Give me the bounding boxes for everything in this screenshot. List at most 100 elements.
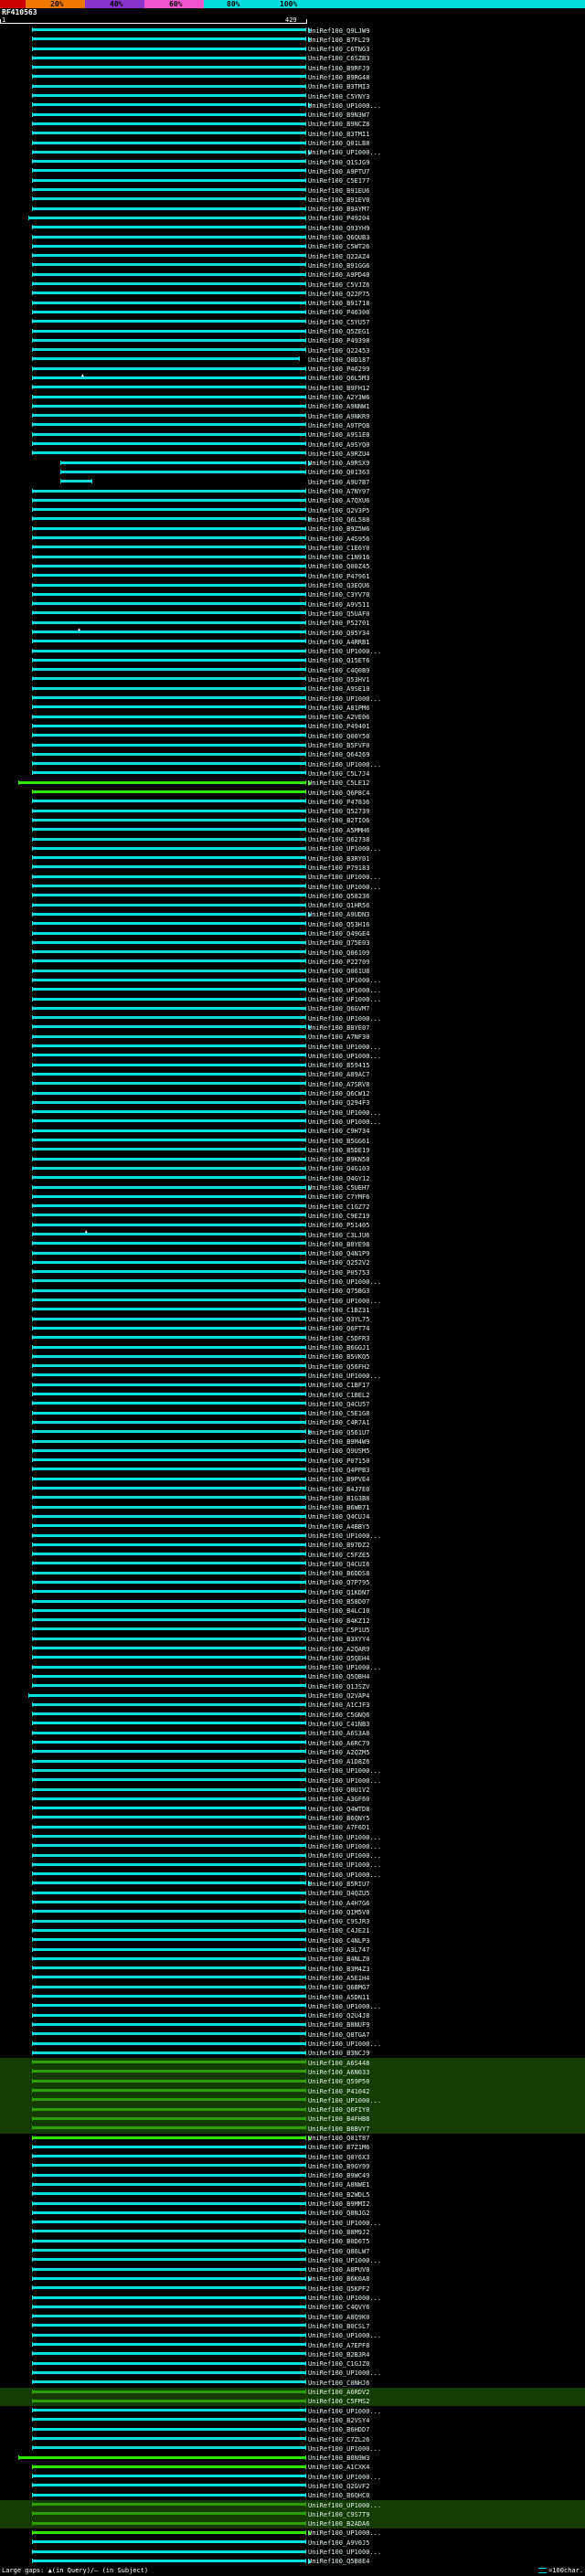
hit-label[interactable]: UniRef100_UP1000... [308, 2257, 381, 2264]
hit-bar[interactable] [32, 761, 306, 767]
hit-label[interactable]: UniRef100_C9H734 [308, 1128, 369, 1135]
hit-bar[interactable] [32, 206, 306, 211]
hit-label[interactable]: UniRef100_B3TMI3 [308, 83, 369, 90]
hit-label[interactable]: UniRef100_B7Z1M6 [308, 2144, 369, 2151]
hit-bar[interactable] [32, 403, 306, 408]
hit-bar[interactable] [32, 2012, 306, 2018]
hit-label[interactable]: UniRef100_Q22AZ4 [308, 253, 369, 260]
hit-label[interactable]: UniRef100_UP1000... [308, 1767, 381, 1775]
hit-bar[interactable] [32, 545, 306, 550]
hit-bar[interactable] [32, 1232, 306, 1236]
hit-label[interactable]: UniRef100_Q5B8E4 [308, 2558, 369, 2565]
hit-label[interactable]: UniRef100_C5FZE5 [308, 1552, 369, 1559]
hit-bar[interactable] [32, 996, 306, 1002]
hit-bar[interactable] [32, 516, 306, 522]
hit-bar[interactable] [32, 1570, 306, 1575]
hit-label[interactable]: UniRef100_C9EZ19 [308, 1213, 369, 1220]
hit-bar[interactable] [32, 1118, 306, 1124]
hit-label[interactable]: UniRef100_C5E177 [308, 177, 369, 185]
hit-label[interactable]: UniRef100_UP1000... [308, 874, 381, 881]
hit-bar[interactable] [32, 1044, 306, 1049]
hit-bar[interactable] [32, 2248, 306, 2253]
hit-bar[interactable] [32, 2380, 306, 2385]
hit-bar[interactable] [32, 102, 306, 108]
hit-bar[interactable] [17, 2454, 307, 2460]
hit-label[interactable]: UniRef100_UP1000... [308, 149, 381, 156]
hit-bar[interactable] [32, 893, 306, 898]
hit-bar[interactable] [32, 1579, 306, 1585]
hit-bar[interactable] [32, 2125, 306, 2131]
hit-bar[interactable] [32, 2229, 306, 2234]
hit-label[interactable]: UniRef100_Q01T87 [308, 2135, 369, 2142]
hit-label[interactable]: UniRef100_Q4G103 [308, 1165, 369, 1172]
hit-label[interactable]: UniRef100_C3YV70 [308, 591, 369, 599]
hit-bar[interactable] [32, 253, 306, 259]
hit-bar[interactable] [32, 1495, 306, 1500]
hit-bar[interactable] [32, 1561, 306, 1566]
hit-bar[interactable] [32, 2464, 306, 2469]
hit-bar[interactable] [32, 2295, 306, 2300]
hit-label[interactable]: UniRef100_B9RG48 [308, 74, 369, 81]
hit-label[interactable]: UniRef100_A7SRV8 [308, 1081, 369, 1088]
hit-bar[interactable] [32, 243, 306, 249]
hit-label[interactable]: UniRef100_C5L7J4 [308, 770, 369, 778]
hit-bar[interactable] [32, 884, 306, 889]
hit-bar[interactable] [32, 1542, 306, 1547]
hit-bar[interactable] [32, 723, 306, 728]
hit-bar[interactable] [32, 1128, 306, 1133]
hit-bar[interactable] [32, 1467, 306, 1472]
hit-label[interactable]: UniRef100_C1GJZ0 [308, 2360, 369, 2368]
hit-bar[interactable] [32, 977, 306, 982]
hit-bar[interactable] [32, 2417, 306, 2422]
hit-label[interactable]: UniRef100_Q4N1P9 [308, 1250, 369, 1257]
hit-bar[interactable] [32, 1683, 306, 1689]
hit-bar[interactable] [32, 187, 306, 193]
hit-label[interactable]: UniRef100_B5RIU7 [308, 1881, 369, 1888]
hit-label[interactable]: UniRef100_Q6QUB3 [308, 234, 369, 241]
hit-bar[interactable] [32, 2502, 306, 2507]
hit-label[interactable]: UniRef100_A9UDN3 [308, 911, 369, 918]
hit-label[interactable]: UniRef100_Q4WTD8 [308, 1806, 369, 1813]
hit-label[interactable]: UniRef100_B8N9W3 [308, 2454, 369, 2462]
hit-label[interactable]: UniRef100_A9PTU7 [308, 168, 369, 175]
hit-label[interactable]: UniRef100_Q294F3 [308, 1099, 369, 1107]
hit-bar[interactable] [32, 2285, 306, 2291]
hit-bar[interactable] [32, 2041, 306, 2046]
hit-label[interactable]: UniRef100_B5VKQ5 [308, 1353, 369, 1361]
hit-label[interactable]: UniRef100_A2VE06 [308, 714, 369, 721]
hit-bar[interactable] [32, 1918, 306, 1924]
hit-bar[interactable] [32, 2200, 306, 2206]
hit-label[interactable]: UniRef100_C1N916 [308, 554, 369, 561]
hit-bar[interactable] [32, 2115, 306, 2121]
hit-bar[interactable] [32, 2060, 306, 2065]
hit-label[interactable]: UniRef100_B6GGJ1 [308, 1344, 369, 1352]
hit-label[interactable]: UniRef100_C4JE21 [308, 1927, 369, 1935]
hit-bar[interactable] [32, 911, 306, 917]
hit-label[interactable]: UniRef100_P41042 [308, 2088, 369, 2095]
hit-bar[interactable] [32, 1740, 306, 1745]
hit-bar[interactable] [32, 639, 306, 644]
hit-label[interactable]: UniRef100_Q49GE4 [308, 930, 369, 938]
hit-label[interactable]: UniRef100_Q4PPB3 [308, 1467, 369, 1474]
hit-label[interactable]: UniRef100_Q52739 [308, 808, 369, 815]
hit-bar[interactable] [32, 1138, 306, 1143]
hit-bar[interactable] [32, 1109, 306, 1115]
hit-label[interactable]: UniRef100_B3M4Z3 [308, 1966, 369, 1973]
hit-label[interactable]: UniRef100_Q6GVM7 [308, 1005, 369, 1012]
hit-label[interactable]: UniRef100_C41NB3 [308, 1721, 369, 1728]
hit-bar[interactable] [32, 1062, 306, 1067]
hit-bar[interactable] [32, 140, 306, 145]
hit-bar[interactable] [32, 2342, 306, 2348]
hit-label[interactable]: UniRef100_Q6FIY0 [308, 2106, 369, 2114]
hit-bar[interactable] [32, 196, 306, 202]
hit-bar[interactable] [32, 262, 306, 268]
hit-label[interactable]: UniRef100_UP1000... [308, 977, 381, 984]
hit-bar[interactable] [32, 1090, 306, 1096]
hit-bar[interactable] [32, 159, 306, 164]
hit-label[interactable]: UniRef100_UP1000... [308, 845, 381, 853]
hit-label[interactable]: UniRef100_B6QNY5 [308, 1815, 369, 1822]
hit-label[interactable]: UniRef100_Q58236 [308, 893, 369, 900]
hit-bar[interactable] [32, 431, 306, 437]
hit-bar[interactable] [32, 667, 306, 673]
hit-label[interactable]: UniRef100_A1CJF3 [308, 1701, 369, 1709]
